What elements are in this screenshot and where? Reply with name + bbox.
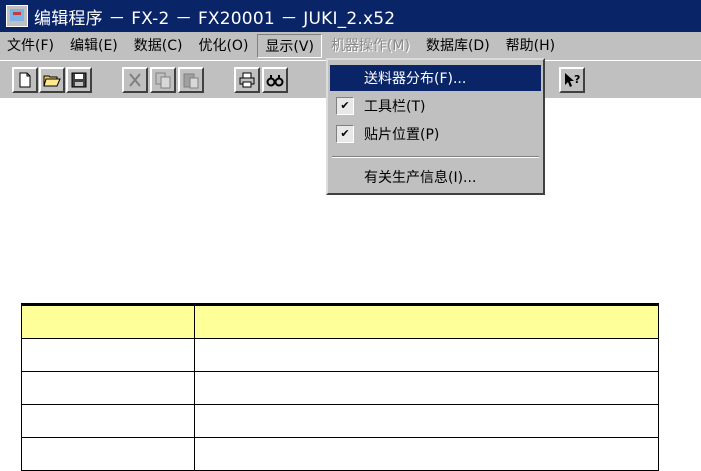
- menu-file[interactable]: 文件(F): [0, 34, 61, 58]
- table-cell: [194, 371, 659, 405]
- table-cell: [21, 371, 195, 405]
- copy-icon: [155, 72, 171, 89]
- table-cell: [194, 437, 659, 471]
- menu-item-toolbar[interactable]: ✔ 工具栏(T): [330, 93, 541, 119]
- svg-text:?: ?: [574, 73, 580, 86]
- open-folder-icon: [43, 75, 61, 87]
- menu-item-label: 有关生产信息(I)...: [364, 170, 477, 186]
- cut-icon: [129, 73, 141, 87]
- checkmark-icon: ✔: [336, 125, 354, 143]
- help-pointer-icon: ?: [565, 73, 580, 87]
- menu-machine-operation[interactable]: 机器操作(M): [324, 34, 417, 58]
- print-button[interactable]: [234, 67, 260, 93]
- table-cell: [194, 303, 659, 339]
- new-file-button[interactable]: [12, 67, 38, 93]
- checkmark-icon: ✔: [336, 97, 354, 115]
- menu-item-production-info[interactable]: 有关生产信息(I)...: [330, 164, 541, 190]
- table-row: [21, 437, 659, 471]
- table-cell: [21, 338, 195, 372]
- menu-separator: [332, 156, 539, 158]
- save-button[interactable]: [66, 67, 92, 93]
- view-menu-dropdown: 送料器分布(F)... ✔ 工具栏(T) ✔ 贴片位置(P) 有关生产信息(I)…: [326, 58, 545, 195]
- table-row: [21, 371, 659, 405]
- menu-edit[interactable]: 编辑(E): [63, 34, 125, 58]
- table-row: [21, 404, 659, 438]
- table-header-row: [21, 303, 659, 339]
- menu-item-label: 送料器分布(F)...: [364, 71, 467, 87]
- menu-bar: 文件(F) 编辑(E) 数据(C) 优化(O) 显示(V) 机器操作(M) 数据…: [0, 32, 701, 60]
- open-button[interactable]: [39, 67, 65, 93]
- menu-data[interactable]: 数据(C): [127, 34, 190, 58]
- menu-help[interactable]: 帮助(H): [499, 34, 562, 58]
- app-edit-icon: [6, 5, 28, 27]
- table-row: [21, 338, 659, 372]
- find-icon: [266, 75, 284, 87]
- menu-item-feeder-layout[interactable]: 送料器分布(F)...: [330, 65, 541, 91]
- paste-icon: [183, 73, 199, 89]
- window-title: 编辑程序 － FX-2 － FX20001 － JUKI_2.x52: [34, 8, 396, 29]
- menu-optimize[interactable]: 优化(O): [191, 34, 255, 58]
- cut-button[interactable]: [122, 67, 148, 93]
- menu-view[interactable]: 显示(V): [257, 34, 322, 58]
- help-pointer-button[interactable]: ?: [559, 67, 585, 93]
- print-icon: [239, 72, 255, 88]
- table-cell: [194, 404, 659, 438]
- table-cell: [21, 437, 195, 471]
- new-file-icon: [19, 72, 31, 88]
- paste-button[interactable]: [178, 67, 204, 93]
- menu-database[interactable]: 数据库(D): [419, 34, 497, 58]
- find-button[interactable]: [262, 67, 288, 93]
- save-icon: [71, 72, 87, 88]
- title-bar: 编辑程序 － FX-2 － FX20001 － JUKI_2.x52: [0, 0, 701, 32]
- menu-item-label: 工具栏(T): [364, 99, 426, 115]
- table-cell: [21, 404, 195, 438]
- table-cell: [194, 338, 659, 372]
- copy-button[interactable]: [150, 67, 176, 93]
- table-cell: [21, 303, 195, 339]
- menu-item-label: 贴片位置(P): [364, 127, 440, 143]
- info-table: [21, 303, 659, 471]
- menu-item-placement-position[interactable]: ✔ 贴片位置(P): [330, 121, 541, 147]
